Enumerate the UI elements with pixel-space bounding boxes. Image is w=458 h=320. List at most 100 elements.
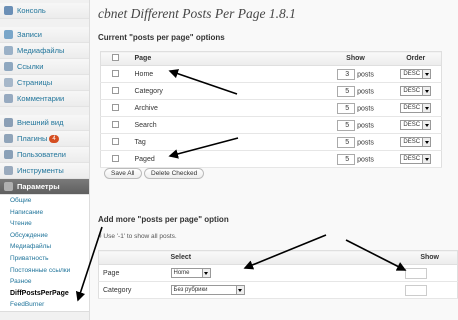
column-show: Show [320,51,391,66]
row-checkbox[interactable] [112,137,120,145]
menu-icon [4,94,13,103]
sidebar-item-label: Пользователи [17,150,66,159]
posts-unit-label: posts [357,104,374,112]
page-type-label: Archive [130,99,321,117]
posts-count-input[interactable]: 3 [337,68,356,80]
page-type-label: Home [130,65,321,83]
row-checkbox[interactable] [112,154,120,162]
posts-count-input[interactable]: 5 [337,136,356,148]
menu-icon [4,118,13,127]
submenu-item[interactable]: Написание [0,207,89,219]
order-select[interactable]: DESC [400,120,432,130]
sidebar-item-group1-4[interactable]: Комментарии [0,91,89,107]
submenu-item[interactable]: Постоянные ссылки [0,265,89,277]
menu-icon [4,150,13,159]
submenu-item[interactable]: Приватность [0,253,89,265]
page-title: cbnet Different Posts Per Page 1.8.1 [98,6,296,21]
row-checkbox[interactable] [112,120,120,128]
order-select[interactable]: DESC [400,86,432,96]
chevron-down-icon [235,286,244,294]
chevron-down-icon [422,70,431,78]
posts-count-input[interactable]: 5 [337,102,356,114]
sidebar-item-label: Записи [17,30,42,39]
submenu-item[interactable]: Разное [0,276,89,288]
order-value: DESC [403,122,421,128]
order-value: DESC [403,71,421,77]
select-all-checkbox[interactable] [112,54,120,61]
delete-checked-button[interactable]: Delete Checked [144,168,205,179]
column-select: Select [166,250,367,265]
order-select[interactable]: DESC [400,154,432,164]
table-row: Tag 5 posts DESC [100,133,442,151]
posts-unit-label: posts [357,87,374,95]
submenu-item[interactable]: DiffPostsPerPage [0,288,89,300]
submenu-item[interactable]: Чтение [0,218,89,230]
column-show: Show [366,250,458,265]
sidebar-item-label: Параметры [17,182,60,191]
menu-icon [4,182,13,191]
sidebar-item-group2-0[interactable]: Внешний вид [0,115,89,131]
admin-sidebar: Консоль Записи Медиафайлы Ссылки Страницы Ко… [0,0,90,320]
page-type-select[interactable]: Home [170,268,211,278]
menu-icon [4,30,13,39]
order-select[interactable]: DESC [400,69,432,79]
table-row: Archive 5 posts DESC [100,99,442,117]
page-type-label: Search [130,116,321,134]
page-type-label: Category [130,82,321,100]
posts-count-input[interactable]: 5 [337,153,356,165]
section-current-heading: Current "posts per page" options [98,33,225,42]
chevron-down-icon [422,155,431,163]
page-type-label: Tag [130,133,321,151]
page-type-label: Category [98,281,167,299]
column-order: Order [390,51,442,66]
menu-icon [4,46,13,55]
menu-icon [4,166,13,175]
order-value: DESC [403,156,421,162]
row-checkbox[interactable] [112,86,120,94]
sidebar-item-top-0[interactable]: Консоль [0,3,89,19]
page-type-select[interactable]: Без рубрики [170,285,245,295]
row-checkbox[interactable] [112,69,120,77]
sidebar-item-group1-2[interactable]: Ссылки [0,59,89,75]
sidebar-item-group1-0[interactable]: Записи [0,27,89,43]
sidebar-item-group2-1[interactable]: Плагины 4 [0,131,89,147]
posts-count-input[interactable]: 5 [337,119,356,131]
order-select[interactable]: DESC [400,137,432,147]
sidebar-item-group2-3[interactable]: Инструменты [0,163,89,179]
chevron-down-icon [422,87,431,95]
sidebar-item-group1-3[interactable]: Страницы [0,75,89,91]
order-select[interactable]: DESC [400,103,432,113]
menu-icon [4,62,13,71]
sidebar-item-label: Плагины [17,134,48,143]
page-type-label: Paged [130,150,321,168]
menu-icon [4,6,13,15]
menu-icon [4,78,13,87]
submenu-item[interactable]: Обсуждение [0,230,89,242]
menu-icon [4,134,13,143]
current-options-table: Page Show Order Home 3 posts DESC Category 5… [100,51,442,168]
sidebar-item-group1-1[interactable]: Медиафайлы [0,43,89,59]
table-row: Page Home [98,264,458,282]
page-type-label: Page [98,264,167,282]
sidebar-item-group2-4[interactable]: Параметры [0,179,89,195]
order-value: DESC [403,105,421,111]
posts-unit-label: posts [357,155,374,163]
show-count-input[interactable] [405,267,427,279]
sidebar-item-group2-2[interactable]: Пользователи [0,147,89,163]
submenu-item[interactable]: Медиафайлы [0,241,89,253]
sidebar-item-label: Комментарии [17,94,65,103]
show-count-input[interactable] [405,284,427,296]
column-page: Page [130,51,321,66]
chevron-down-icon [201,269,210,277]
submenu-item[interactable]: Общие [0,195,89,207]
save-all-button[interactable]: Save All [104,168,142,179]
table-row: Paged 5 posts DESC [100,150,442,168]
chevron-down-icon [422,104,431,112]
row-checkbox[interactable] [112,103,120,111]
table-row: Search 5 posts DESC [100,116,442,134]
posts-unit-label: posts [357,70,374,78]
posts-count-input[interactable]: 5 [337,85,356,97]
order-value: DESC [403,88,421,94]
submenu-item[interactable]: FeedBurner [0,299,89,311]
hint-text: # Use '-1' to show all posts. [98,233,177,240]
